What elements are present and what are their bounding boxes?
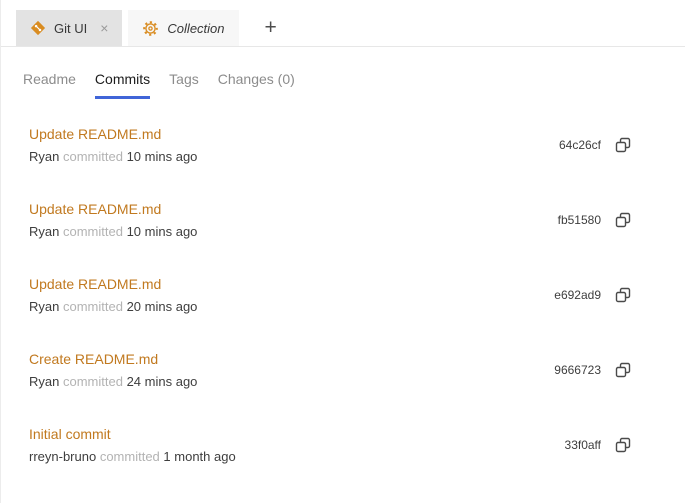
tab-commits[interactable]: Commits [94, 71, 151, 99]
commit-author: Ryan [29, 148, 60, 164]
commit-meta: rreyn-bruno committed 1 month ago [29, 449, 236, 464]
tab-git-ui[interactable]: Git UI × [16, 10, 123, 46]
tab-changes[interactable]: Changes (0) [218, 71, 295, 99]
commit-info: Create README.md Ryan committed 24 mins … [29, 351, 197, 389]
commit-action: committed [99, 448, 160, 464]
tab-collection[interactable]: Collection [128, 10, 239, 46]
commit-meta: Ryan committed 10 mins ago [29, 149, 197, 164]
commit-hash: fb51580 [557, 212, 601, 227]
commit-time: 1 month ago [163, 448, 236, 464]
window-tab-bar: Git UI × Collection + [1, 0, 685, 47]
commit-author: Ryan [29, 298, 60, 314]
copy-icon[interactable] [614, 136, 632, 154]
copy-icon[interactable] [614, 436, 632, 454]
commit-row: Initial commit rreyn-bruno committed 1 m… [1, 407, 685, 482]
close-icon[interactable]: × [100, 21, 108, 35]
tab-readme[interactable]: Readme [23, 71, 76, 99]
commit-info: Initial commit rreyn-bruno committed 1 m… [29, 426, 236, 464]
tab-tags[interactable]: Tags [169, 71, 199, 99]
commit-side: 33f0aff [565, 436, 632, 454]
commit-action: committed [62, 223, 123, 239]
commit-message-link[interactable]: Update README.md [29, 201, 197, 217]
commit-message-link[interactable]: Update README.md [29, 276, 197, 292]
commit-side: e692ad9 [554, 286, 632, 304]
commit-hash: e692ad9 [554, 287, 601, 302]
section-nav: Readme Commits Tags Changes (0) [23, 71, 685, 99]
commit-time: 20 mins ago [126, 298, 198, 314]
commit-hash: 64c26cf [558, 137, 601, 152]
commit-action: committed [62, 373, 123, 389]
commit-meta: Ryan committed 24 mins ago [29, 374, 197, 389]
commit-hash: 33f0aff [564, 437, 601, 452]
commit-side: fb51580 [558, 211, 632, 229]
commit-action: committed [62, 148, 123, 164]
tab-label: Git UI [54, 20, 88, 36]
commit-action: committed [62, 298, 123, 314]
commit-author: rreyn-bruno [29, 448, 97, 464]
commit-author: Ryan [29, 373, 60, 389]
commit-row: Update README.md Ryan committed 10 mins … [1, 107, 685, 182]
commit-list: Update README.md Ryan committed 10 mins … [1, 99, 685, 482]
copy-icon[interactable] [614, 211, 632, 229]
commit-message-link[interactable]: Update README.md [29, 126, 197, 142]
commit-info: Update README.md Ryan committed 20 mins … [29, 276, 197, 314]
commit-time: 10 mins ago [126, 148, 198, 164]
commit-message-link[interactable]: Create README.md [29, 351, 197, 367]
tab-label: Collection [167, 20, 225, 36]
commit-side: 9666723 [554, 361, 632, 379]
new-tab-button[interactable]: + [259, 10, 283, 46]
commit-message-link[interactable]: Initial commit [29, 426, 236, 442]
commit-info: Update README.md Ryan committed 10 mins … [29, 126, 197, 164]
commit-info: Update README.md Ryan committed 10 mins … [29, 201, 197, 239]
git-icon [30, 20, 46, 36]
copy-icon[interactable] [614, 361, 632, 379]
commit-meta: Ryan committed 10 mins ago [29, 224, 197, 239]
commit-time: 24 mins ago [126, 373, 198, 389]
commit-row: Update README.md Ryan committed 20 mins … [1, 257, 685, 332]
commit-time: 10 mins ago [126, 223, 198, 239]
commit-row: Create README.md Ryan committed 24 mins … [1, 332, 685, 407]
commit-side: 64c26cf [559, 136, 632, 154]
commit-author: Ryan [29, 223, 60, 239]
gear-icon [142, 20, 159, 37]
commit-meta: Ryan committed 20 mins ago [29, 299, 197, 314]
commit-hash: 9666723 [554, 362, 601, 377]
copy-icon[interactable] [614, 286, 632, 304]
commit-row: Update README.md Ryan committed 10 mins … [1, 182, 685, 257]
